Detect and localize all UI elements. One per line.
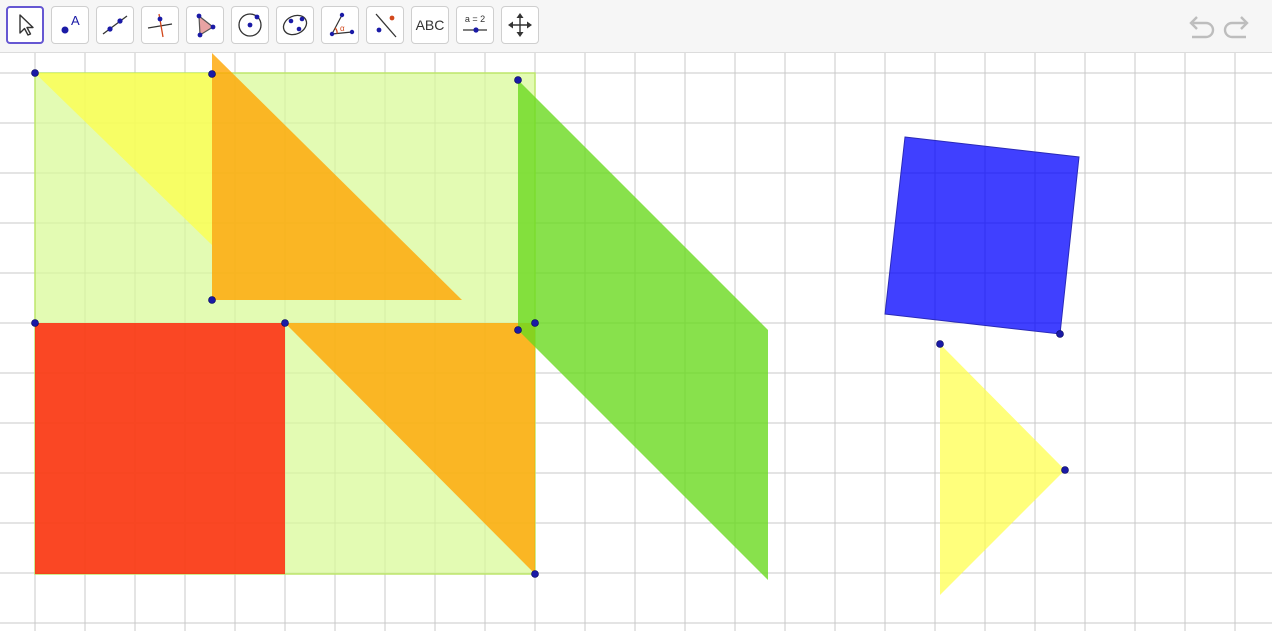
point[interactable] (1056, 330, 1064, 338)
angle-tool-label: α (340, 24, 345, 33)
point[interactable] (281, 319, 289, 327)
point[interactable] (208, 70, 216, 78)
point[interactable] (514, 326, 522, 334)
text-tool-button[interactable]: ABC (411, 6, 449, 44)
polygon-icon (196, 13, 216, 38)
cursor-arrow-icon (19, 14, 34, 36)
move-graphics-view-tool-button[interactable] (501, 6, 539, 44)
point[interactable] (31, 69, 39, 77)
angle-icon: α (329, 12, 355, 37)
undo-icon[interactable] (1184, 12, 1216, 44)
point[interactable] (936, 340, 944, 348)
move-arrows-icon (508, 13, 532, 37)
graphics-view[interactable] (0, 53, 1272, 631)
point[interactable] (531, 319, 539, 327)
point[interactable] (514, 76, 522, 84)
point[interactable] (208, 296, 216, 304)
point-tool-label: A (71, 13, 80, 28)
text-tool-label: ABC (415, 17, 445, 33)
slider-tool-button[interactable]: a = 2 (456, 6, 494, 44)
point-icon: A (61, 13, 80, 34)
circle-center-point-icon (238, 13, 262, 37)
slider-tool-label: a = 2 (465, 14, 485, 24)
toolbar: A α ABC a = 2 (0, 0, 1272, 53)
reflect-about-line-icon (375, 13, 397, 38)
reflect-tool-button[interactable] (366, 6, 404, 44)
red-square[interactable] (35, 323, 285, 574)
point[interactable] (531, 570, 539, 578)
redo-icon[interactable] (1222, 12, 1254, 44)
perpendicular-line-tool-button[interactable] (141, 6, 179, 44)
blue-square[interactable] (884, 136, 1080, 335)
ellipse-icon (282, 14, 308, 36)
move-tool-button[interactable] (6, 6, 44, 44)
line-icon (102, 15, 128, 35)
perpendicular-icon (147, 13, 173, 38)
point[interactable] (31, 319, 39, 327)
angle-tool-button[interactable]: α (321, 6, 359, 44)
circle-tool-button[interactable] (231, 6, 269, 44)
polygon-tool-button[interactable] (186, 6, 224, 44)
yellow-triangle-right[interactable] (940, 344, 1065, 595)
line-tool-button[interactable] (96, 6, 134, 44)
point[interactable] (1061, 466, 1069, 474)
point-tool-button[interactable]: A (51, 6, 89, 44)
ellipse-tool-button[interactable] (276, 6, 314, 44)
green-parallelogram[interactable] (518, 80, 768, 580)
slider-icon: a = 2 (463, 14, 487, 33)
